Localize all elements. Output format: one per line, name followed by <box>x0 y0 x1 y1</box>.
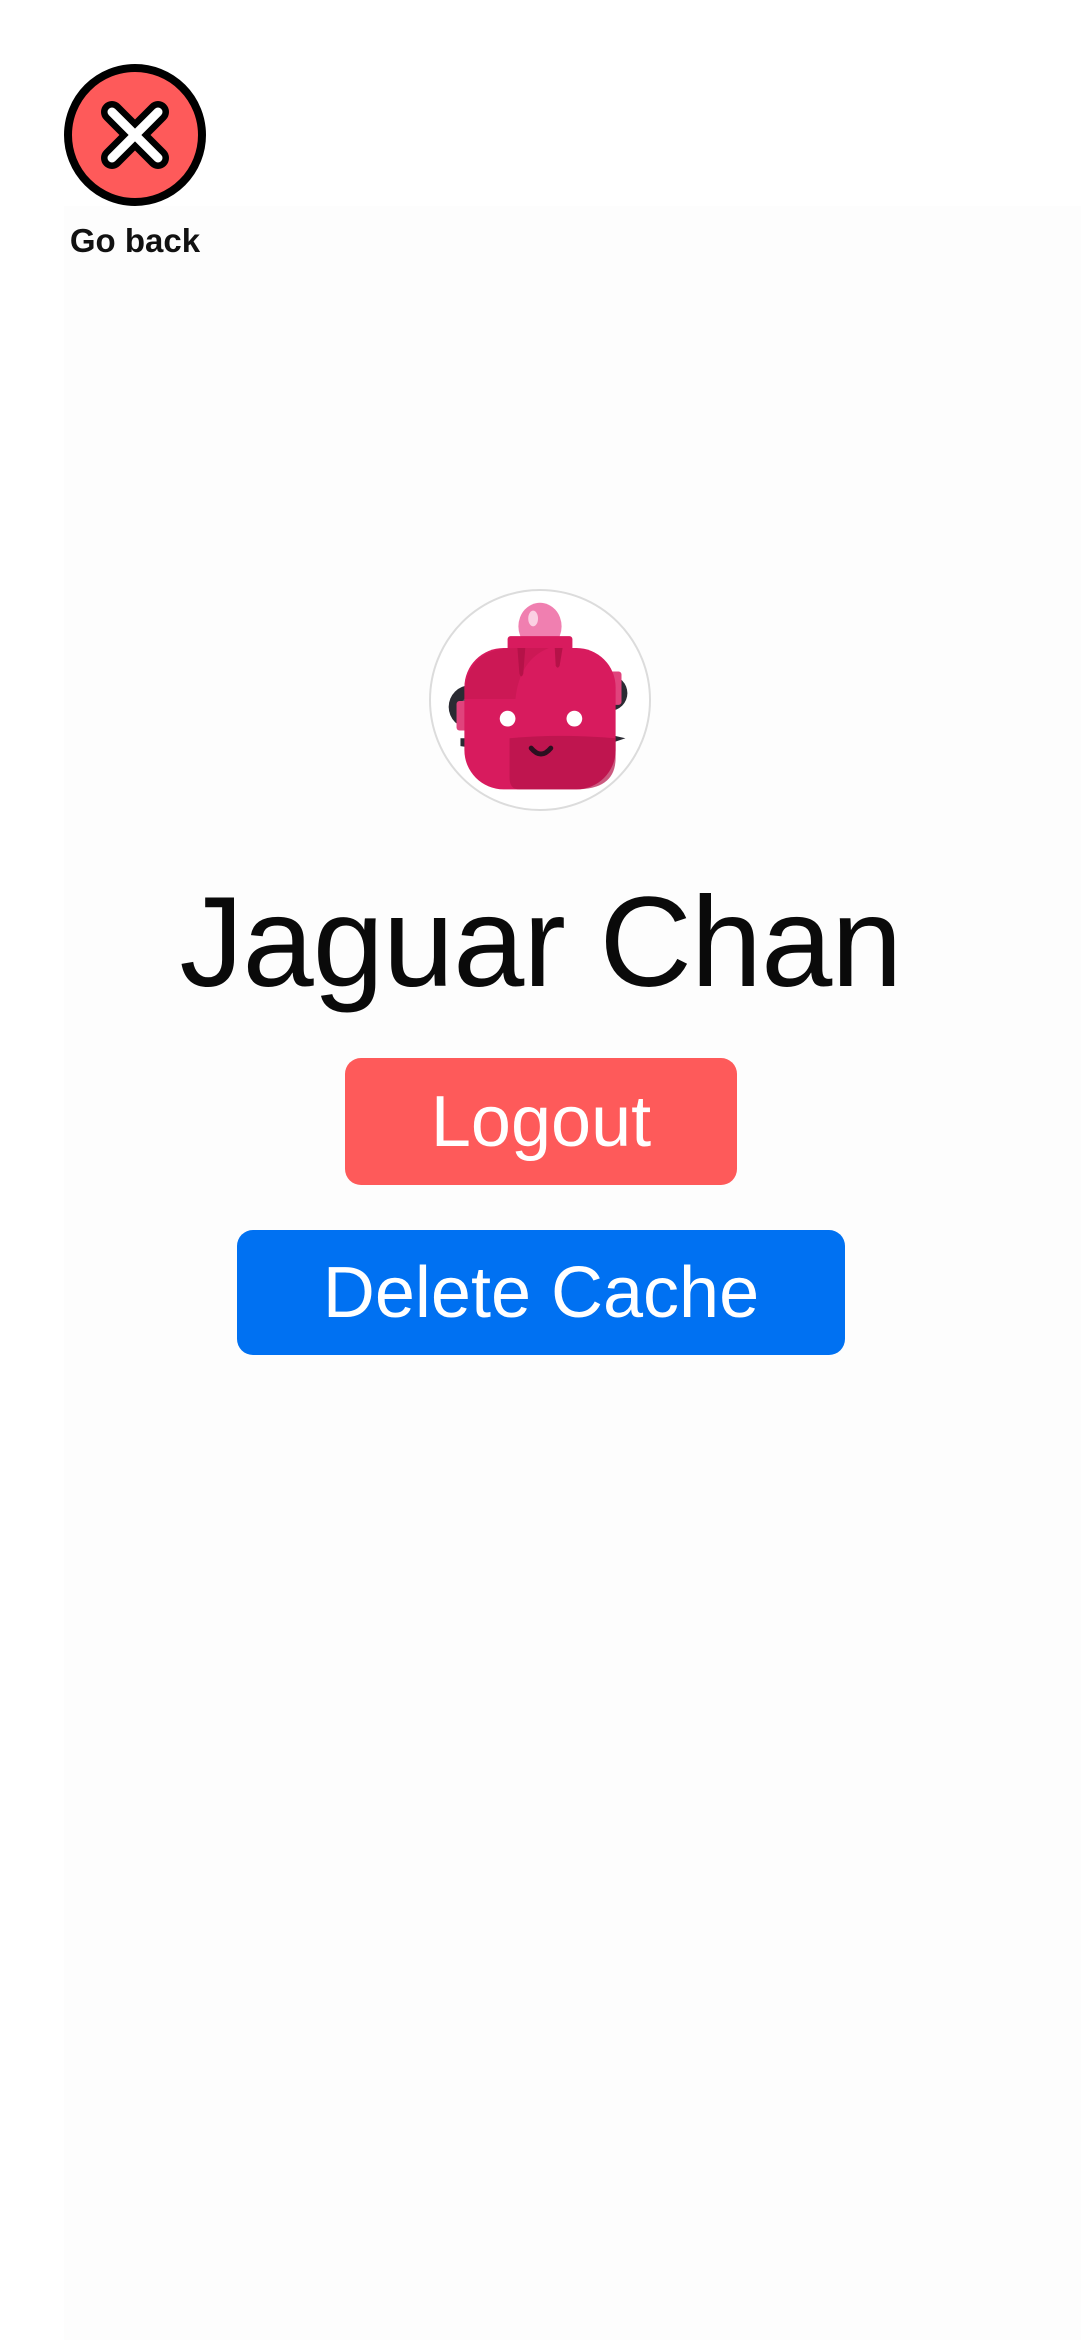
user-name: Jaguar Chan <box>179 871 903 1014</box>
logout-button[interactable]: Logout <box>345 1058 737 1185</box>
robot-avatar-icon <box>448 602 628 790</box>
close-circle-icon[interactable] <box>62 62 208 208</box>
profile-screen: Go back Jaguar Chan Logout Delete Cache <box>0 0 1081 2340</box>
avatar <box>429 589 651 811</box>
go-back-label: Go back <box>69 222 201 259</box>
delete-cache-button[interactable]: Delete Cache <box>237 1230 845 1355</box>
go-back-button[interactable]: Go back <box>62 62 208 268</box>
